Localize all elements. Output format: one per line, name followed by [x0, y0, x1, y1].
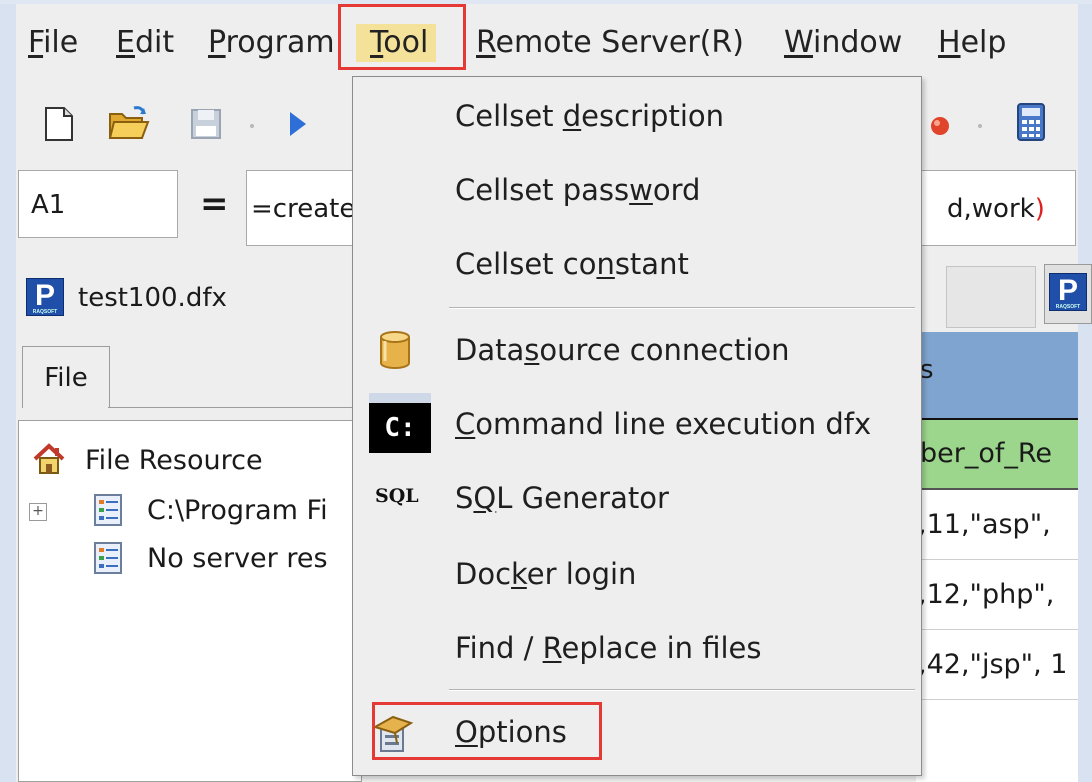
dfx-file-icon-right[interactable]: P RAQSOFT	[1044, 264, 1092, 324]
record-icon[interactable]	[928, 114, 952, 142]
menu-program[interactable]: Program	[206, 24, 337, 62]
app-window: File Edit Program Tool Remote Server(R) …	[0, 0, 1092, 782]
sql-icon: SQL	[375, 485, 419, 507]
tree-item-local-label: C:\Program Fi	[147, 495, 328, 526]
menu-item-docker-login[interactable]: Docker login	[353, 539, 921, 609]
menu-item-command-line-execution[interactable]: C: Command line execution dfx	[353, 389, 921, 459]
run-icon[interactable]	[288, 110, 308, 142]
menu-item-datasource-connection[interactable]: Datasource connection	[353, 315, 921, 385]
open-folder-icon[interactable]	[108, 104, 150, 146]
database-icon	[371, 329, 419, 371]
menu-bar: File Edit Program Tool Remote Server(R) …	[16, 4, 1078, 80]
expand-plus-icon[interactable]: +	[29, 503, 47, 521]
grid-cell[interactable]: ,42,"jsp", 1	[916, 630, 1078, 700]
list-document-icon	[93, 493, 123, 527]
toolbar-separator	[978, 124, 982, 128]
dfx-file-icon: P RAQSOFT	[26, 278, 64, 316]
menu-item-cellset-description[interactable]: Cellset description	[353, 81, 921, 151]
menu-edit[interactable]: Edit	[114, 24, 176, 62]
tool-dropdown-menu: Cellset description Cellset password Cel…	[352, 76, 922, 776]
formula-start-text: =create	[251, 194, 356, 224]
menu-separator	[449, 307, 915, 309]
tool-menu-highlight	[338, 4, 466, 70]
grid-header-band: s	[916, 332, 1078, 418]
grid-column-header[interactable]: ber_of_Re	[916, 420, 1078, 488]
menu-window[interactable]: Window	[782, 24, 904, 62]
grid-cell[interactable]: ,11,"asp",	[916, 490, 1078, 560]
cell-reference-field[interactable]: A1	[18, 170, 178, 238]
tab-divider	[108, 407, 358, 408]
home-icon	[33, 443, 65, 487]
menu-help[interactable]: Help	[936, 24, 1008, 62]
formula-end-segment: d,work)	[947, 194, 1045, 224]
document-info-field	[946, 266, 1036, 328]
toolbar-separator	[250, 124, 254, 128]
equals-sign: =	[200, 184, 229, 224]
menu-item-sql-generator[interactable]: SQL SQL Generator	[353, 463, 921, 533]
list-document-icon	[93, 541, 123, 575]
cellset-grid: s ber_of_Re ,11,"asp", ,12,"php", ,42,"j…	[916, 332, 1078, 782]
save-icon[interactable]	[190, 108, 222, 144]
calculator-icon[interactable]	[1016, 102, 1046, 146]
tree-root-label: File Resource	[85, 445, 263, 476]
tree-item-server-label: No server res	[147, 543, 328, 574]
new-file-icon[interactable]	[44, 106, 74, 146]
menu-file[interactable]: File	[26, 24, 80, 62]
grid-cell[interactable]: ,12,"php",	[916, 560, 1078, 630]
menu-remote-server[interactable]: Remote Server(R)	[474, 24, 746, 62]
menu-item-cellset-password[interactable]: Cellset password	[353, 155, 921, 225]
command-prompt-icon: C:	[369, 393, 431, 453]
file-resource-tree: File Resource + C:\Program Fi No server …	[18, 420, 362, 782]
document-title[interactable]: test100.dfx	[78, 278, 227, 318]
menu-separator	[449, 689, 915, 691]
options-highlight	[372, 702, 602, 760]
menu-item-cellset-constant[interactable]: Cellset constant	[353, 229, 921, 299]
tab-file[interactable]: File	[22, 346, 110, 408]
menu-item-find-replace[interactable]: Find / Replace in files	[353, 613, 921, 683]
dfx-file-icon: P RAQSOFT	[1049, 273, 1087, 311]
